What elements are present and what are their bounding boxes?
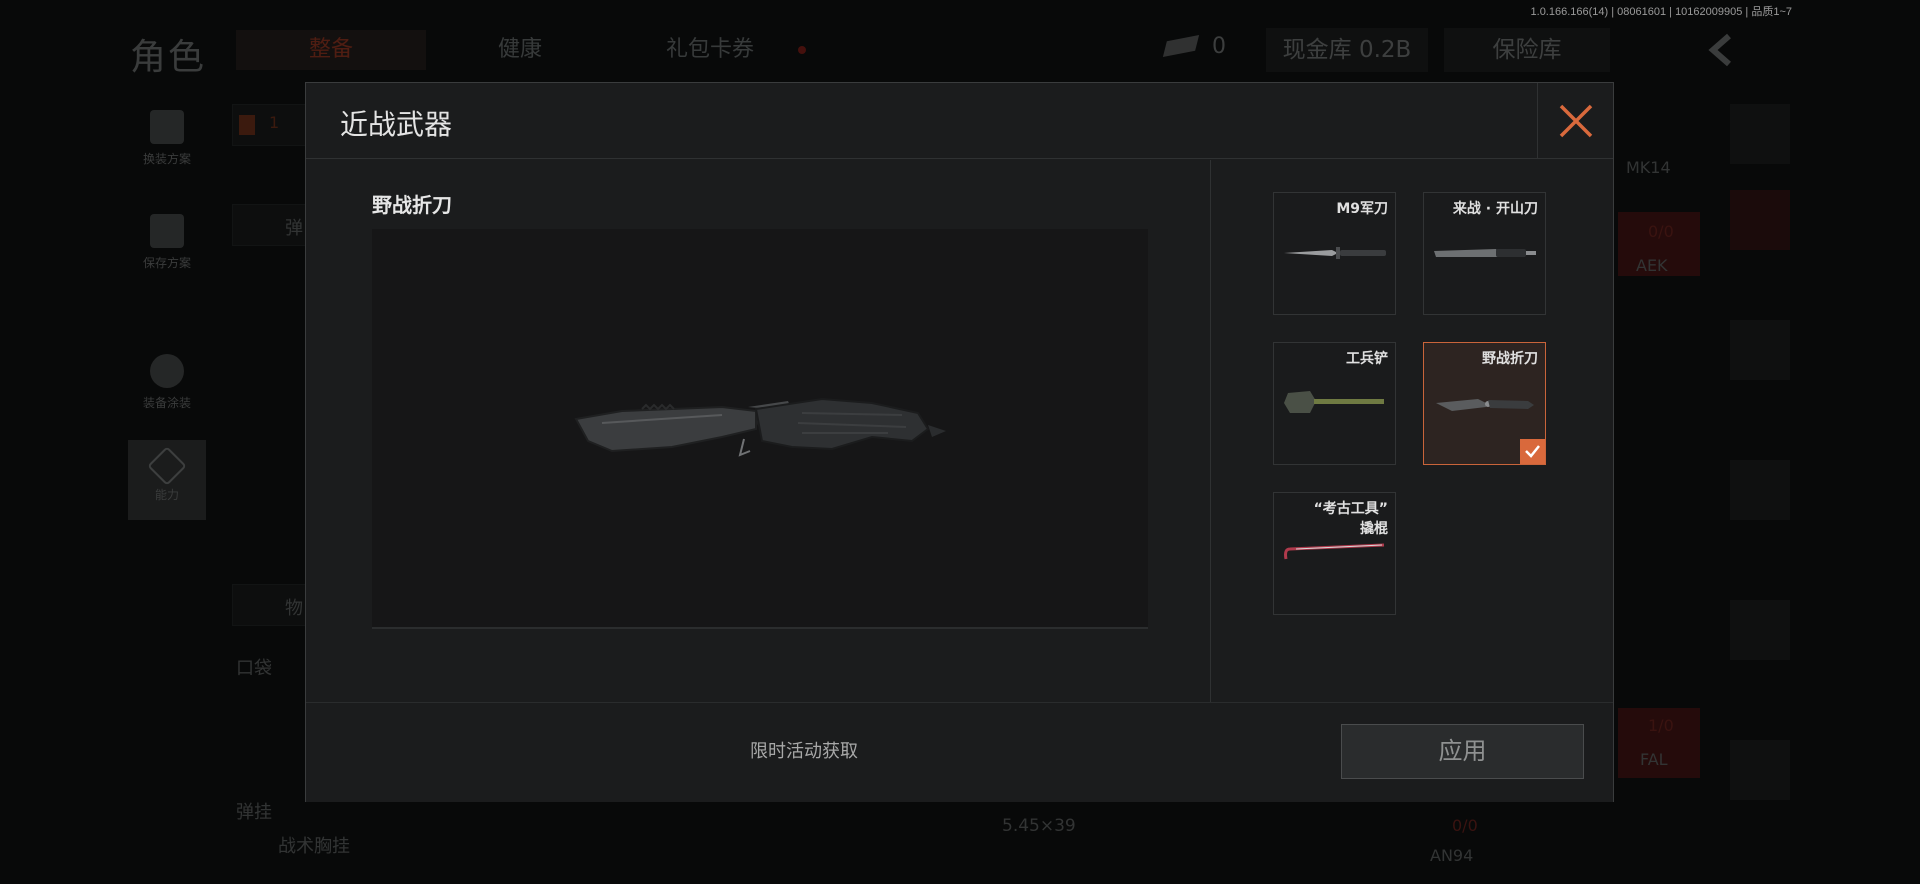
dialog-title: 近战武器 [340,108,453,141]
weapon-preview[interactable] [372,229,1148,629]
weapon-card-machete[interactable]: 来战 · 开山刀 [1423,192,1546,315]
weapon-card-folding-knife[interactable]: 野战折刀 [1423,342,1546,465]
weapon-card-m9[interactable]: M9军刀 [1273,192,1396,315]
weapon-card-shovel[interactable]: 工兵铲 [1273,342,1396,465]
melee-weapon-dialog: 近战武器 野战折刀 M9军刀 来战 · 开山刀 工兵铲 野战折刀 “考古工具” … [305,82,1614,802]
screen: 1.0.166.166(14) | 08061601 | 10162009905… [0,0,1920,884]
bayonet-icon [1284,247,1386,259]
dialog-footer: 限时活动获取 应用 [306,702,1613,802]
acquire-method-text: 限时活动获取 [750,741,858,762]
pane-divider [1210,160,1211,702]
weapon-card-crowbar[interactable]: “考古工具” 撬棍 [1273,492,1396,615]
close-icon [1559,104,1593,138]
close-button[interactable] [1537,83,1613,159]
dialog-header: 近战武器 [306,83,1613,159]
shovel-icon [1284,391,1384,413]
apply-button[interactable]: 应用 [1341,724,1584,779]
folding-knife-preview-icon [574,397,946,457]
crowbar-icon [1284,543,1385,560]
selected-check-icon [1520,439,1545,464]
machete-icon [1434,249,1536,257]
folding-knife-icon [1436,399,1534,411]
selected-weapon-name: 野战折刀 [372,193,452,217]
